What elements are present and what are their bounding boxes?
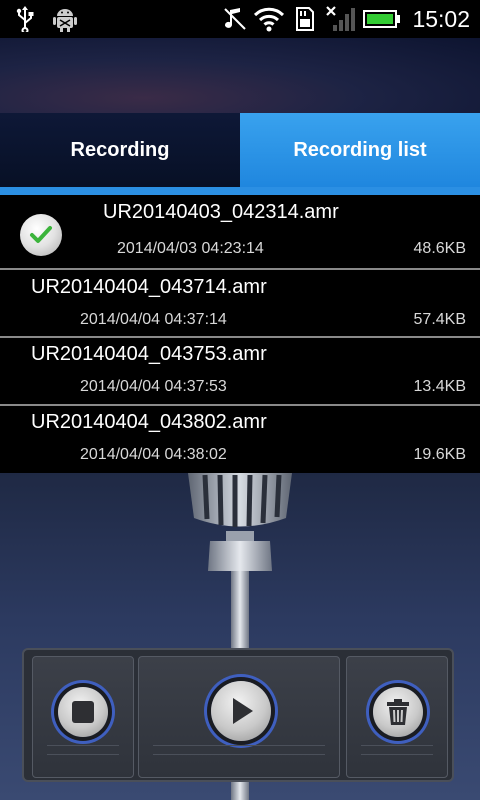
tab-indicator [0,187,480,195]
recording-date: 2014/04/04 04:37:14 [80,311,227,328]
stop-icon [72,701,94,723]
header-background [0,38,480,113]
recording-size: 57.4KB [413,311,466,328]
recording-size: 48.6KB [413,240,466,257]
sd-card-icon [292,0,318,38]
play-control [138,656,340,778]
recording-name: UR20140404_043753.amr [31,343,267,365]
play-button[interactable] [211,681,271,741]
mute-icon [222,0,248,38]
wifi-icon [252,0,286,38]
recording-date: 2014/04/03 04:23:14 [117,240,264,257]
control-panel [22,648,454,782]
tab-bar: Recording Recording list [0,113,480,193]
divider [361,745,433,755]
divider [153,745,325,755]
recording-list: UR20140403_042314.amr 2014/04/03 04:23:1… [0,195,480,473]
tab-recording[interactable]: Recording [0,113,240,188]
recording-date: 2014/04/04 04:38:02 [80,446,227,463]
list-item[interactable]: UR20140404_043802.amr 2014/04/04 04:38:0… [0,406,480,473]
delete-button[interactable] [373,687,423,737]
stop-control [32,656,134,778]
list-item[interactable]: UR20140404_043753.amr 2014/04/04 04:37:5… [0,338,480,406]
battery-icon [362,0,402,38]
status-bar: 15:02 [0,0,480,38]
recording-date: 2014/04/04 04:37:53 [80,378,227,395]
recording-size: 19.6KB [413,446,466,463]
recording-name: UR20140403_042314.amr [103,201,339,223]
delete-control [346,656,448,778]
no-signal-icon [324,0,358,38]
recording-name: UR20140404_043802.amr [31,411,267,433]
clock: 15:02 [412,5,470,32]
trash-icon [387,699,409,725]
list-item[interactable]: UR20140404_043714.amr 2014/04/04 04:37:1… [0,270,480,338]
usb-icon [12,0,38,38]
tab-recording-list[interactable]: Recording list [240,113,480,188]
recording-name: UR20140404_043714.amr [31,276,267,298]
stop-button[interactable] [58,687,108,737]
recording-size: 13.4KB [413,378,466,395]
list-item[interactable]: UR20140403_042314.amr 2014/04/03 04:23:1… [0,195,480,270]
check-icon[interactable] [20,214,62,256]
divider [47,745,119,755]
android-debug-icon [50,0,80,38]
play-icon [233,698,253,724]
